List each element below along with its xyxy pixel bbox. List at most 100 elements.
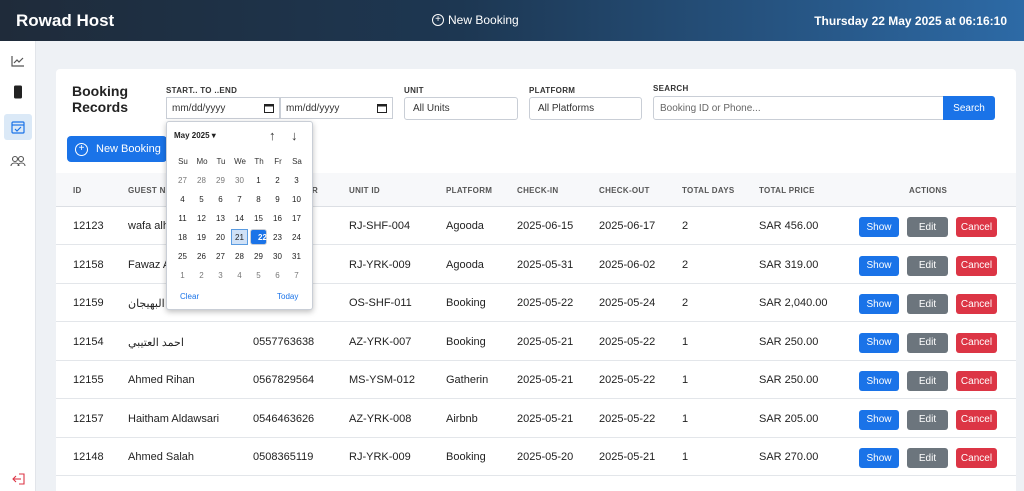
search-input[interactable]: Booking ID or Phone... xyxy=(653,96,944,120)
calendar-day[interactable]: 2 xyxy=(269,172,286,188)
col-check-out[interactable]: CHECK-OUT xyxy=(599,186,650,195)
calendar-day[interactable]: 19 xyxy=(193,229,210,245)
cancel-button[interactable]: Cancel xyxy=(956,217,997,237)
cell-phone: 0546463626 xyxy=(253,412,315,425)
cancel-button[interactable]: Cancel xyxy=(956,448,997,468)
calendar-day[interactable]: 12 xyxy=(193,210,210,226)
cancel-button[interactable]: Cancel xyxy=(956,255,997,276)
col-total-days[interactable]: TOTAL DAYS xyxy=(682,186,735,195)
edit-button[interactable]: Edit xyxy=(907,409,948,430)
calendar-day[interactable]: 5 xyxy=(250,267,267,283)
calendar-day[interactable]: 1 xyxy=(174,267,191,283)
show-button[interactable]: Show xyxy=(859,409,899,430)
end-date-input[interactable]: mm/dd/yyyy xyxy=(280,97,393,119)
calendar-day[interactable]: 9 xyxy=(269,191,286,207)
calendar-day[interactable]: 7 xyxy=(231,191,248,207)
col-unit-id[interactable]: UNIT ID xyxy=(349,186,380,195)
calendar-day[interactable]: 27 xyxy=(212,248,229,264)
show-button[interactable]: Show xyxy=(859,294,899,314)
unit-select[interactable]: All Units xyxy=(404,97,518,120)
chart-line-icon[interactable] xyxy=(8,51,28,71)
calendar-day[interactable]: 4 xyxy=(174,191,191,207)
calendar-day[interactable]: 29 xyxy=(212,172,229,188)
calendar-day[interactable]: 30 xyxy=(231,172,248,188)
calendar-day[interactable]: 6 xyxy=(269,267,286,283)
calendar-day[interactable]: 5 xyxy=(193,191,210,207)
calendar-day[interactable]: 2 xyxy=(193,267,210,283)
users-icon[interactable] xyxy=(8,151,28,171)
calendar-day[interactable]: 31 xyxy=(288,248,305,264)
calendar-day[interactable]: 20 xyxy=(212,229,229,245)
calendar-day[interactable]: 1 xyxy=(250,172,267,188)
logout-icon[interactable] xyxy=(8,469,28,489)
show-button[interactable]: Show xyxy=(859,332,899,353)
calendar-day[interactable]: 17 xyxy=(288,210,305,226)
calendar-day[interactable]: 11 xyxy=(174,210,191,226)
arrow-down-icon[interactable]: ↓ xyxy=(291,128,298,143)
calendar-day[interactable]: 14 xyxy=(231,210,248,226)
calendar-day[interactable]: 28 xyxy=(193,172,210,188)
cell-checkin: 2025-05-21 xyxy=(517,374,574,386)
edit-button[interactable]: Edit xyxy=(907,255,948,276)
platform-select[interactable]: All Platforms xyxy=(529,97,642,120)
cancel-button[interactable]: Cancel xyxy=(956,294,997,314)
edit-button[interactable]: Edit xyxy=(907,294,948,314)
calendar-day[interactable]: 29 xyxy=(250,248,267,264)
calendar-day[interactable]: 21 xyxy=(231,229,248,245)
col-platform[interactable]: PLATFORM xyxy=(446,186,492,195)
show-button[interactable]: Show xyxy=(859,217,899,237)
edit-button[interactable]: Edit xyxy=(907,217,948,237)
cell-checkout: 2025-05-22 xyxy=(599,374,656,386)
calendar-day[interactable]: 24 xyxy=(288,229,305,245)
show-button[interactable]: Show xyxy=(859,371,899,391)
cell-price: SAR 2,040.00 xyxy=(759,297,828,309)
cancel-button[interactable]: Cancel xyxy=(956,371,997,391)
col-check-in[interactable]: CHECK-IN xyxy=(517,186,559,195)
calendar-day[interactable]: 25 xyxy=(174,248,191,264)
calendar-day[interactable]: 8 xyxy=(250,191,267,207)
arrow-up-icon[interactable]: ↑ xyxy=(269,128,276,143)
cell-unit: AZ-YRK-007 xyxy=(349,335,412,348)
show-button[interactable]: Show xyxy=(859,448,899,468)
calendar-day[interactable]: 3 xyxy=(288,172,305,188)
calendar-day[interactable]: 22 xyxy=(250,229,267,245)
cancel-button[interactable]: Cancel xyxy=(956,332,997,353)
col-id[interactable]: ID xyxy=(73,186,82,195)
calendar-day[interactable]: 6 xyxy=(212,191,229,207)
calendar-day[interactable]: 26 xyxy=(193,248,210,264)
calendar-day[interactable]: 30 xyxy=(269,248,286,264)
cell-platform: Airbnb xyxy=(446,412,478,425)
col-total-price[interactable]: TOTAL PRICE xyxy=(759,186,815,195)
tablet-icon[interactable] xyxy=(8,82,28,102)
calendar-icon[interactable] xyxy=(264,103,274,116)
calendar-day[interactable]: 3 xyxy=(212,267,229,283)
brand-title[interactable]: Rowad Host xyxy=(16,11,114,31)
cell-days: 2 xyxy=(682,220,689,232)
cell-price: SAR 456.00 xyxy=(759,220,819,232)
datepicker-month-select[interactable]: May 2025 ▾ xyxy=(174,131,216,140)
calendar-day[interactable]: 7 xyxy=(288,267,305,283)
calendar-day[interactable]: 15 xyxy=(250,210,267,226)
calendar-day[interactable]: 13 xyxy=(212,210,229,226)
calendar-day[interactable]: 16 xyxy=(269,210,286,226)
sidebar xyxy=(0,41,36,491)
show-button[interactable]: Show xyxy=(859,255,899,276)
datepicker-clear-button[interactable]: Clear xyxy=(180,292,199,301)
edit-button[interactable]: Edit xyxy=(907,371,948,391)
search-button[interactable]: Search xyxy=(943,96,995,120)
calendar-day[interactable]: 4 xyxy=(231,267,248,283)
calendar-check-icon[interactable] xyxy=(4,114,32,140)
datepicker-today-button[interactable]: Today xyxy=(277,292,298,301)
calendar-day[interactable]: 28 xyxy=(231,248,248,264)
calendar-icon[interactable] xyxy=(377,103,387,116)
calendar-day[interactable]: 18 xyxy=(174,229,191,245)
calendar-day[interactable]: 23 xyxy=(269,229,286,245)
new-booking-button[interactable]: + New Booking xyxy=(67,136,167,162)
cancel-button[interactable]: Cancel xyxy=(956,409,997,430)
edit-button[interactable]: Edit xyxy=(907,332,948,353)
edit-button[interactable]: Edit xyxy=(907,448,948,468)
calendar-day[interactable]: 10 xyxy=(288,191,305,207)
start-date-input[interactable]: mm/dd/yyyy xyxy=(166,97,280,119)
calendar-day[interactable]: 27 xyxy=(174,172,191,188)
header-new-booking-link[interactable]: + New Booking xyxy=(432,13,519,27)
